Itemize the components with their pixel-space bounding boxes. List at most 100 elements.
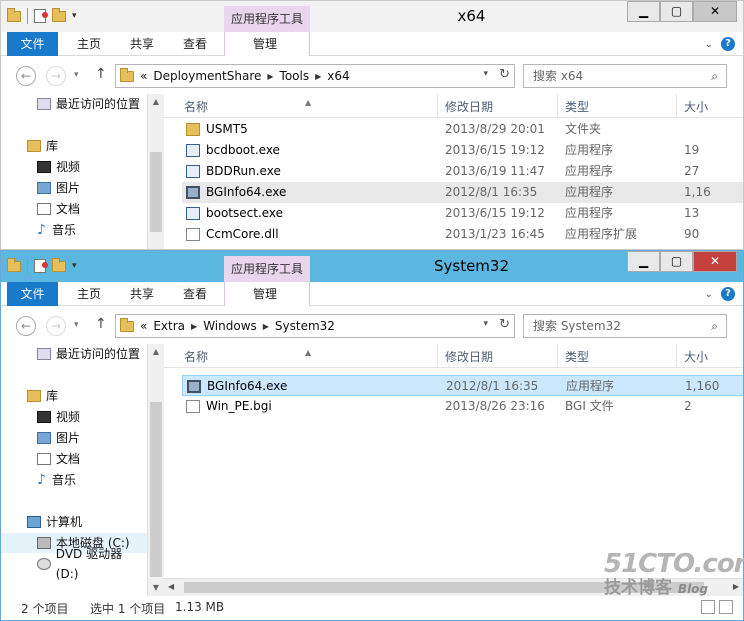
forward-button[interactable]: → <box>46 316 66 336</box>
nav-item-recent[interactable]: 最近访问的位置 <box>1 94 147 114</box>
file-row[interactable]: bootsect.exe 2013/6/15 19:12 应用程序 13 <box>182 203 743 224</box>
column-divider[interactable] <box>557 94 558 118</box>
navigation-pane-scrollbar[interactable]: ▲ <box>147 94 164 249</box>
search-icon[interactable]: ⌕ <box>711 65 718 87</box>
tab-file[interactable]: 文件 <box>7 282 58 306</box>
large-icons-view-icon[interactable] <box>719 600 733 614</box>
minimize-button[interactable]: ▁ <box>627 1 660 22</box>
breadcrumb-tools[interactable]: Tools <box>280 69 310 83</box>
scroll-thumb[interactable] <box>184 582 704 593</box>
file-row[interactable]: BDDRun.exe 2013/6/19 11:47 应用程序 27 <box>182 161 743 182</box>
breadcrumb-extra[interactable]: Extra <box>153 319 185 333</box>
address-overflow[interactable]: « <box>140 319 147 333</box>
scroll-up-icon[interactable]: ▲ <box>148 94 164 110</box>
tab-manage[interactable]: 管理 <box>253 32 277 56</box>
column-name[interactable]: 名称 <box>184 98 208 115</box>
breadcrumb-windows[interactable]: Windows <box>203 319 257 333</box>
nav-item-music[interactable]: ♪ 音乐 <box>1 470 147 490</box>
forward-button[interactable]: → <box>46 66 66 86</box>
column-size[interactable]: 大小 <box>684 98 708 115</box>
close-button[interactable]: ✕ <box>693 1 737 22</box>
nav-item-documents[interactable]: 文档 <box>1 199 147 219</box>
column-divider[interactable] <box>437 344 438 368</box>
tab-home[interactable]: 主页 <box>77 282 101 306</box>
tab-view[interactable]: 查看 <box>183 32 207 56</box>
tab-share[interactable]: 共享 <box>130 32 154 56</box>
file-row[interactable]: bcdboot.exe 2013/6/15 19:12 应用程序 19 <box>182 140 743 161</box>
tab-view[interactable]: 查看 <box>183 282 207 306</box>
breadcrumb-separator-icon[interactable]: ▶ <box>267 72 273 81</box>
nav-item-pictures[interactable]: 图片 <box>1 178 147 198</box>
column-divider[interactable] <box>437 94 438 118</box>
customize-qat-dropdown-icon[interactable]: ▾ <box>72 11 77 21</box>
up-button[interactable]: ↑ <box>95 316 107 332</box>
expand-ribbon-icon[interactable]: ⌄ <box>705 289 713 300</box>
breadcrumb-x64[interactable]: x64 <box>327 69 349 83</box>
breadcrumb-separator-icon[interactable]: ▶ <box>191 322 197 331</box>
column-type[interactable]: 类型 <box>565 98 589 115</box>
file-row[interactable]: BGInfo64.exe 2012/8/1 16:35 应用程序 1,16 <box>182 182 743 203</box>
details-view-icon[interactable] <box>701 600 715 614</box>
address-bar[interactable]: « Extra ▶ Windows ▶ System32 ▾ ↻ <box>115 314 515 338</box>
expand-ribbon-icon[interactable]: ⌄ <box>705 39 713 50</box>
up-button[interactable]: ↑ <box>95 66 107 82</box>
address-dropdown-icon[interactable]: ▾ <box>483 69 488 79</box>
new-folder-icon[interactable] <box>52 7 66 22</box>
breadcrumb-system32[interactable]: System32 <box>275 319 335 333</box>
nav-item-music[interactable]: ♪ 音乐 <box>1 220 147 240</box>
column-type[interactable]: 类型 <box>565 348 589 365</box>
file-row[interactable]: Win_PE.bgi 2013/8/26 23:16 BGI 文件 2 <box>182 396 743 417</box>
tab-share[interactable]: 共享 <box>130 282 154 306</box>
file-row[interactable]: CcmCore.dll 2013/1/23 16:45 应用程序扩展 90 <box>182 224 743 245</box>
navigation-pane-scrollbar[interactable]: ▲ ▼ <box>147 344 164 596</box>
refresh-icon[interactable]: ↻ <box>499 67 510 82</box>
help-icon[interactable]: ? <box>721 287 735 301</box>
scroll-thumb[interactable] <box>150 152 162 232</box>
properties-icon[interactable] <box>34 259 48 273</box>
properties-icon[interactable] <box>34 9 48 23</box>
scroll-down-icon[interactable]: ▼ <box>148 580 164 596</box>
new-folder-icon[interactable] <box>52 257 66 272</box>
nav-item-dvd-d[interactable]: DVD 驱动器 (D:) <box>1 547 147 581</box>
column-name[interactable]: 名称 <box>184 348 208 365</box>
maximize-button[interactable]: ▢ <box>660 1 693 22</box>
maximize-button[interactable]: ▢ <box>660 251 693 272</box>
file-row[interactable]: USMT5 2013/8/29 20:01 文件夹 <box>182 119 743 140</box>
refresh-icon[interactable]: ↻ <box>499 317 510 332</box>
minimize-button[interactable]: ▁ <box>627 251 660 272</box>
address-dropdown-icon[interactable]: ▾ <box>483 319 488 329</box>
search-icon[interactable]: ⌕ <box>711 315 718 337</box>
file-row-selected[interactable]: BGInfo64.exe 2012/8/1 16:35 应用程序 1,160 <box>182 375 743 396</box>
tab-file[interactable]: 文件 <box>7 32 58 56</box>
breadcrumb-separator-icon[interactable]: ▶ <box>315 72 321 81</box>
customize-qat-dropdown-icon[interactable]: ▾ <box>72 261 77 271</box>
scroll-up-icon[interactable]: ▲ <box>148 344 164 360</box>
nav-item-libraries[interactable]: 库 <box>1 136 147 156</box>
breadcrumb-deploymentshare[interactable]: DeploymentShare <box>153 69 261 83</box>
folder-icon[interactable] <box>7 257 21 272</box>
search-input[interactable]: 搜索 x64 ⌕ <box>523 64 727 88</box>
folder-icon[interactable] <box>7 7 21 22</box>
recent-locations-dropdown-icon[interactable]: ▾ <box>74 320 79 330</box>
scroll-right-icon[interactable]: ▶ <box>733 582 739 591</box>
column-date[interactable]: 修改日期 <box>445 98 493 115</box>
back-button[interactable]: ← <box>16 316 36 336</box>
column-size[interactable]: 大小 <box>684 348 708 365</box>
horizontal-scrollbar[interactable]: ◀ ▶ <box>164 578 743 596</box>
scroll-left-icon[interactable]: ◀ <box>168 582 174 591</box>
help-icon[interactable]: ? <box>721 37 735 51</box>
address-overflow[interactable]: « <box>140 69 147 83</box>
recent-locations-dropdown-icon[interactable]: ▾ <box>74 70 79 80</box>
nav-item-computer[interactable]: 计算机 <box>1 512 147 532</box>
nav-item-pictures[interactable]: 图片 <box>1 428 147 448</box>
search-input[interactable]: 搜索 System32 ⌕ <box>523 314 727 338</box>
nav-item-recent[interactable]: 最近访问的位置 <box>1 344 147 364</box>
nav-item-videos[interactable]: 视频 <box>1 407 147 427</box>
close-button[interactable]: ✕ <box>693 251 737 272</box>
scroll-thumb[interactable] <box>150 402 162 577</box>
nav-item-libraries[interactable]: 库 <box>1 386 147 406</box>
column-divider[interactable] <box>676 94 677 118</box>
column-divider[interactable] <box>557 344 558 368</box>
address-bar[interactable]: « DeploymentShare ▶ Tools ▶ x64 ▾ ↻ <box>115 64 515 88</box>
nav-item-documents[interactable]: 文档 <box>1 449 147 469</box>
